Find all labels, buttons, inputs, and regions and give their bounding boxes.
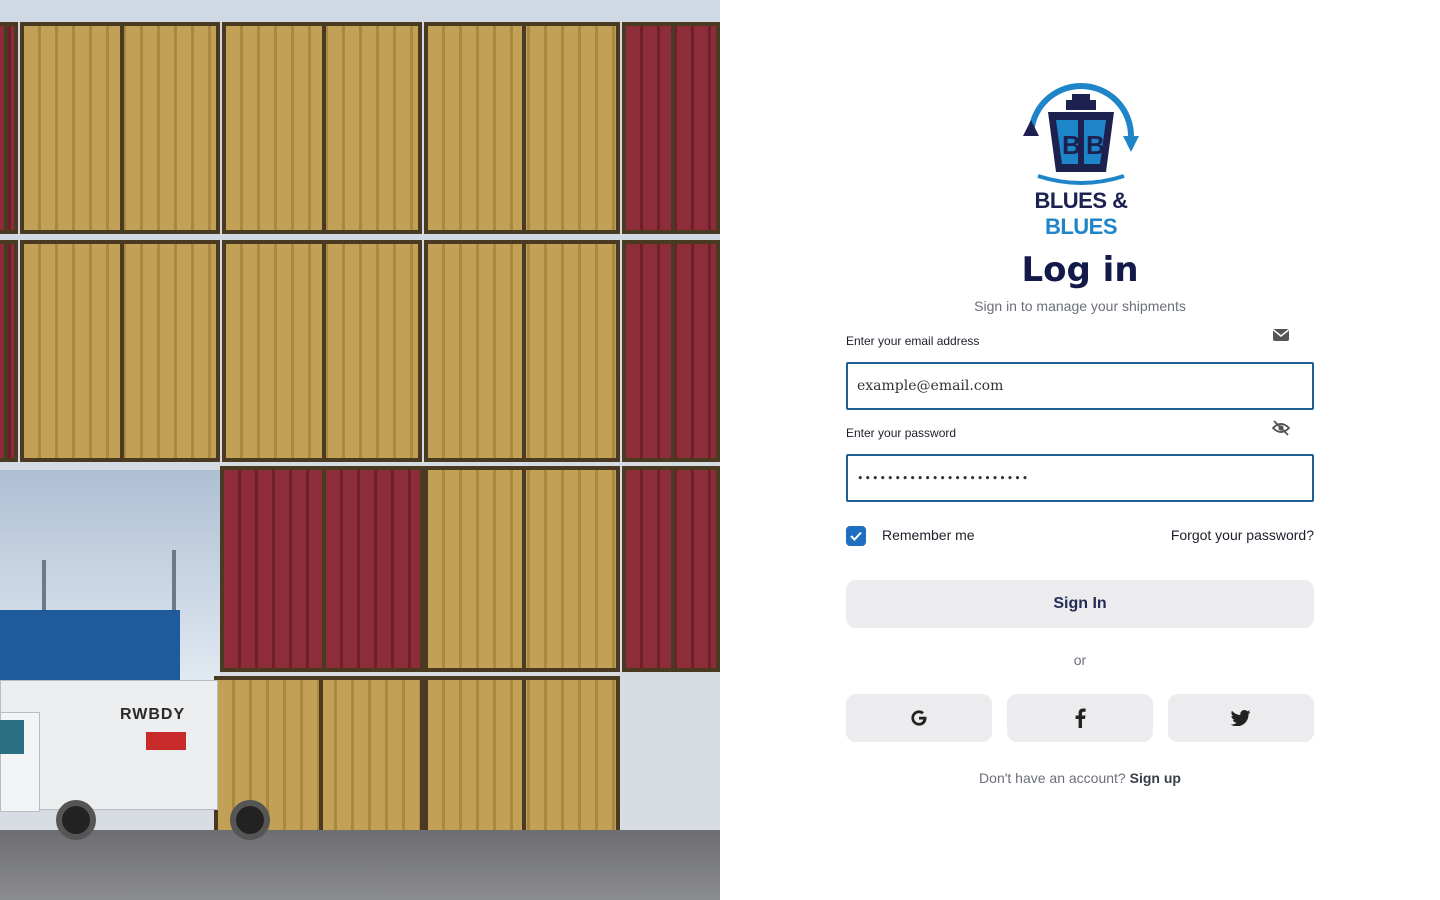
svg-text:B: B bbox=[1062, 130, 1081, 160]
hero-truck-sign bbox=[146, 732, 186, 750]
or-divider: or bbox=[1073, 652, 1087, 668]
brand-name-amp: & bbox=[1106, 188, 1128, 213]
eye-slash-icon[interactable] bbox=[1271, 420, 1292, 436]
hero-container bbox=[20, 240, 220, 462]
svg-text:B: B bbox=[1086, 130, 1105, 160]
hero-container bbox=[424, 466, 620, 672]
brand-logo: B B BLUES & BLUES bbox=[1012, 80, 1150, 239]
hero-truck-wheel bbox=[56, 800, 96, 840]
page-title: Log in bbox=[1021, 250, 1139, 290]
password-label: Enter your password bbox=[846, 426, 957, 440]
twitter-icon bbox=[1231, 710, 1251, 726]
hero-container bbox=[622, 240, 720, 462]
hero-container bbox=[424, 676, 620, 836]
forgot-password-link[interactable]: Forgot your password? bbox=[1171, 527, 1314, 543]
email-label: Enter your email address bbox=[846, 334, 980, 348]
hero-container bbox=[424, 22, 620, 234]
hero-truck-wheel bbox=[230, 800, 270, 840]
brand-name-part1: BLUES bbox=[1034, 188, 1107, 213]
hero-container bbox=[424, 240, 620, 462]
login-panel: B B BLUES & BLUES Log in Sign in to mana… bbox=[720, 0, 1440, 900]
facebook-icon bbox=[1075, 708, 1086, 728]
ship-logo-icon: B B bbox=[1023, 83, 1139, 185]
envelope-icon bbox=[1272, 328, 1292, 344]
page-subtitle: Sign in to manage your shipments bbox=[974, 298, 1186, 314]
brand-wordmark: BLUES & BLUES bbox=[1012, 188, 1150, 240]
hero-container bbox=[0, 240, 18, 462]
hero-container bbox=[0, 22, 18, 234]
remember-checkbox[interactable] bbox=[846, 526, 866, 546]
hero-ground bbox=[0, 830, 720, 900]
hero-truck-window bbox=[0, 720, 24, 754]
hero-truck-text: RWBDY bbox=[120, 706, 186, 723]
hero-container bbox=[222, 22, 422, 234]
brand-name-part2: BLUES bbox=[1044, 214, 1118, 239]
google-login-button[interactable] bbox=[846, 694, 992, 742]
twitter-login-button[interactable] bbox=[1168, 694, 1314, 742]
email-input[interactable] bbox=[846, 362, 1314, 410]
signup-prompt-line: Don't have an account? Sign up bbox=[720, 770, 1440, 786]
hero-container bbox=[622, 466, 720, 672]
hero-container bbox=[622, 22, 720, 234]
remember-label[interactable]: Remember me bbox=[882, 527, 975, 543]
google-icon bbox=[911, 710, 927, 726]
checkmark-icon bbox=[850, 531, 862, 541]
hero-container bbox=[20, 22, 220, 234]
sign-in-button[interactable]: Sign In bbox=[846, 580, 1314, 628]
sign-up-link[interactable]: Sign up bbox=[1130, 770, 1181, 786]
signup-prompt: Don't have an account? bbox=[979, 770, 1126, 786]
facebook-login-button[interactable] bbox=[1007, 694, 1153, 742]
hero-image: RWBDY bbox=[0, 0, 720, 900]
password-input[interactable] bbox=[846, 454, 1314, 502]
hero-container bbox=[222, 240, 422, 462]
hero-container bbox=[220, 466, 424, 672]
